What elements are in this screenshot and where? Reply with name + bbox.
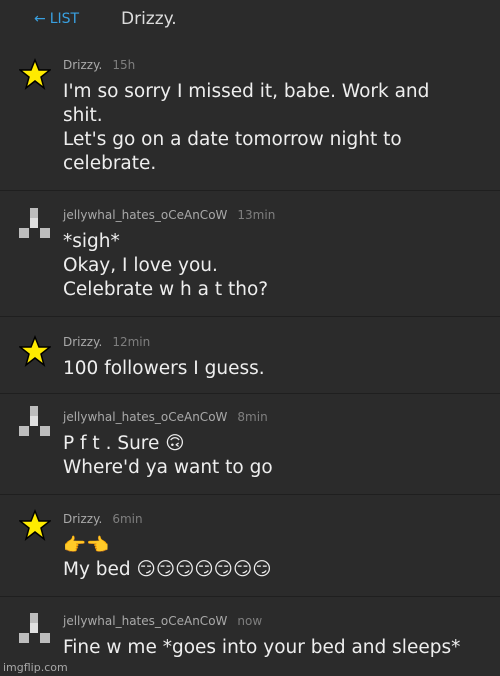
message-line: 100 followers I guess. xyxy=(63,358,265,379)
message-header: jellywhal_hates_oCeAnCoW 8min xyxy=(63,410,268,424)
message-time: 8min xyxy=(237,410,268,424)
message-header: Drizzy. 6min xyxy=(63,512,143,526)
author-name[interactable]: Drizzy. xyxy=(63,58,102,72)
message-line: Fine w me *goes into your bed and sleeps… xyxy=(63,637,461,658)
message-line: Celebrate w h a t tho? xyxy=(63,279,269,300)
message-line: *sigh* xyxy=(63,231,120,252)
pixel-block-icon[interactable] xyxy=(19,613,51,645)
message-item: jellywhal_hates_oCeAnCoW now Fine w me *g… xyxy=(0,613,500,676)
message-line: 👉👈 xyxy=(63,535,110,556)
message-text: P f t . Sure 🙃 Where'd ya want to go xyxy=(63,432,493,480)
top-bar: ← LIST Drizzy. xyxy=(0,0,500,40)
message-line: P f t . Sure 🙃 xyxy=(63,433,185,454)
message-line: Let's go on a date tomorrow night to xyxy=(63,129,402,150)
imgflip-watermark: imgflip.com xyxy=(3,661,68,674)
message-time: 12min xyxy=(112,335,151,349)
message-text: 100 followers I guess. xyxy=(63,357,493,381)
message-text: Fine w me *goes into your bed and sleeps… xyxy=(63,636,493,660)
message-line: Where'd ya want to go xyxy=(63,457,273,478)
message-line: celebrate. xyxy=(63,153,157,174)
pixel-block-icon[interactable] xyxy=(19,406,51,438)
star-icon[interactable] xyxy=(19,509,51,541)
message-line: Okay, I love you. xyxy=(63,255,218,276)
message-item: Drizzy. 15h I'm so sorry I missed it, bab… xyxy=(0,58,500,191)
message-header: Drizzy. 12min xyxy=(63,335,150,349)
message-line: My bed 😏😏😏😏😏😏😏 xyxy=(63,559,272,580)
message-time: 15h xyxy=(112,58,136,72)
message-text: *sigh* Okay, I love you. Celebrate w h a… xyxy=(63,230,493,302)
author-name[interactable]: jellywhal_hates_oCeAnCoW xyxy=(63,614,227,628)
message-item: jellywhal_hates_oCeAnCoW 13min *sigh* Oka… xyxy=(0,208,500,317)
message-text: 👉👈 My bed 😏😏😏😏😏😏😏 xyxy=(63,534,493,582)
back-link-label: LIST xyxy=(49,11,80,27)
message-time: 6min xyxy=(112,512,143,526)
message-header: Drizzy. 15h xyxy=(63,58,135,72)
author-name[interactable]: jellywhal_hates_oCeAnCoW xyxy=(63,208,227,222)
pixel-block-icon[interactable] xyxy=(19,208,51,240)
author-name[interactable]: Drizzy. xyxy=(63,335,102,349)
message-line: I'm so sorry I missed it, babe. Work and xyxy=(63,81,430,102)
message-item: Drizzy. 12min 100 followers I guess. xyxy=(0,335,500,394)
star-icon[interactable] xyxy=(19,58,51,90)
message-header: jellywhal_hates_oCeAnCoW now xyxy=(63,614,262,628)
message-time: now xyxy=(237,614,263,628)
thread-title: Drizzy. xyxy=(121,9,177,29)
back-to-list-link[interactable]: ← LIST xyxy=(34,11,79,27)
message-line: shit. xyxy=(63,105,103,126)
message-header: jellywhal_hates_oCeAnCoW 13min xyxy=(63,208,275,222)
star-icon[interactable] xyxy=(19,335,51,367)
back-arrow-icon: ← xyxy=(34,11,46,27)
message-text: I'm so sorry I missed it, babe. Work and… xyxy=(63,80,493,176)
author-name[interactable]: Drizzy. xyxy=(63,512,102,526)
author-name[interactable]: jellywhal_hates_oCeAnCoW xyxy=(63,410,227,424)
message-item: Drizzy. 6min 👉👈 My bed 😏😏😏😏😏😏😏 xyxy=(0,509,500,597)
message-time: 13min xyxy=(237,208,276,222)
message-item: jellywhal_hates_oCeAnCoW 8min P f t . Sur… xyxy=(0,406,500,495)
